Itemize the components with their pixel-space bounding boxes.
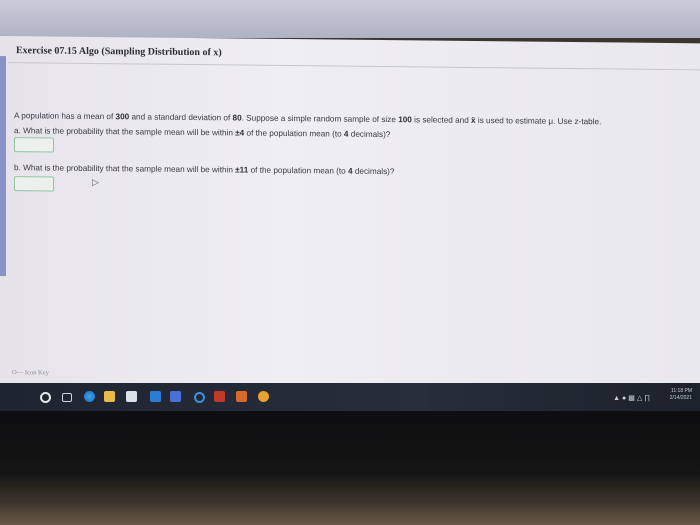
system-tray-icons[interactable]: ▲●▩△∏ xyxy=(613,394,652,402)
monitor-top-bezel xyxy=(0,0,700,38)
exercise-title: Exercise 07.15 Algo (Sampling Distributi… xyxy=(16,45,222,59)
answer-b-input[interactable] xyxy=(14,176,54,192)
clock-date: 2/14/2021 xyxy=(669,395,692,401)
file-explorer-icon[interactable] xyxy=(104,391,115,402)
question-part-a: a. What is the probability that the samp… xyxy=(14,126,391,140)
icon-key-link[interactable]: O— Icon Key xyxy=(12,369,49,376)
browser-content: Exercise 07.15 Algo (Sampling Distributi… xyxy=(0,36,700,396)
task-view-icon[interactable] xyxy=(62,393,72,402)
left-scroll-accent xyxy=(0,56,6,277)
cortana-icon[interactable] xyxy=(194,392,205,403)
mail-icon[interactable] xyxy=(150,391,161,402)
mouse-cursor-icon: ▷ xyxy=(92,176,99,188)
search-icon[interactable] xyxy=(40,392,51,403)
clock-time: 11:18 PM xyxy=(670,388,692,394)
answer-a-input[interactable] xyxy=(14,137,54,153)
app-orange-icon[interactable] xyxy=(236,391,247,402)
question-part-b: b. What is the probability that the samp… xyxy=(14,163,395,177)
exercise-header: Exercise 07.15 Algo (Sampling Distributi… xyxy=(8,40,700,71)
edge-browser-icon[interactable] xyxy=(84,391,95,402)
windows-taskbar: ▲●▩△∏ 11:18 PM 2/14/2021 xyxy=(0,383,700,411)
key-icon: O— xyxy=(12,369,24,377)
monitor-bottom-bezel xyxy=(0,411,700,525)
chrome-icon[interactable] xyxy=(258,391,269,402)
store-icon[interactable] xyxy=(126,391,137,402)
office-icon[interactable] xyxy=(214,391,225,402)
clock[interactable]: 11:18 PM 2/14/2021 xyxy=(670,388,692,402)
app-icon[interactable] xyxy=(170,391,181,402)
question-intro: A population has a mean of 300 and a sta… xyxy=(14,111,602,127)
